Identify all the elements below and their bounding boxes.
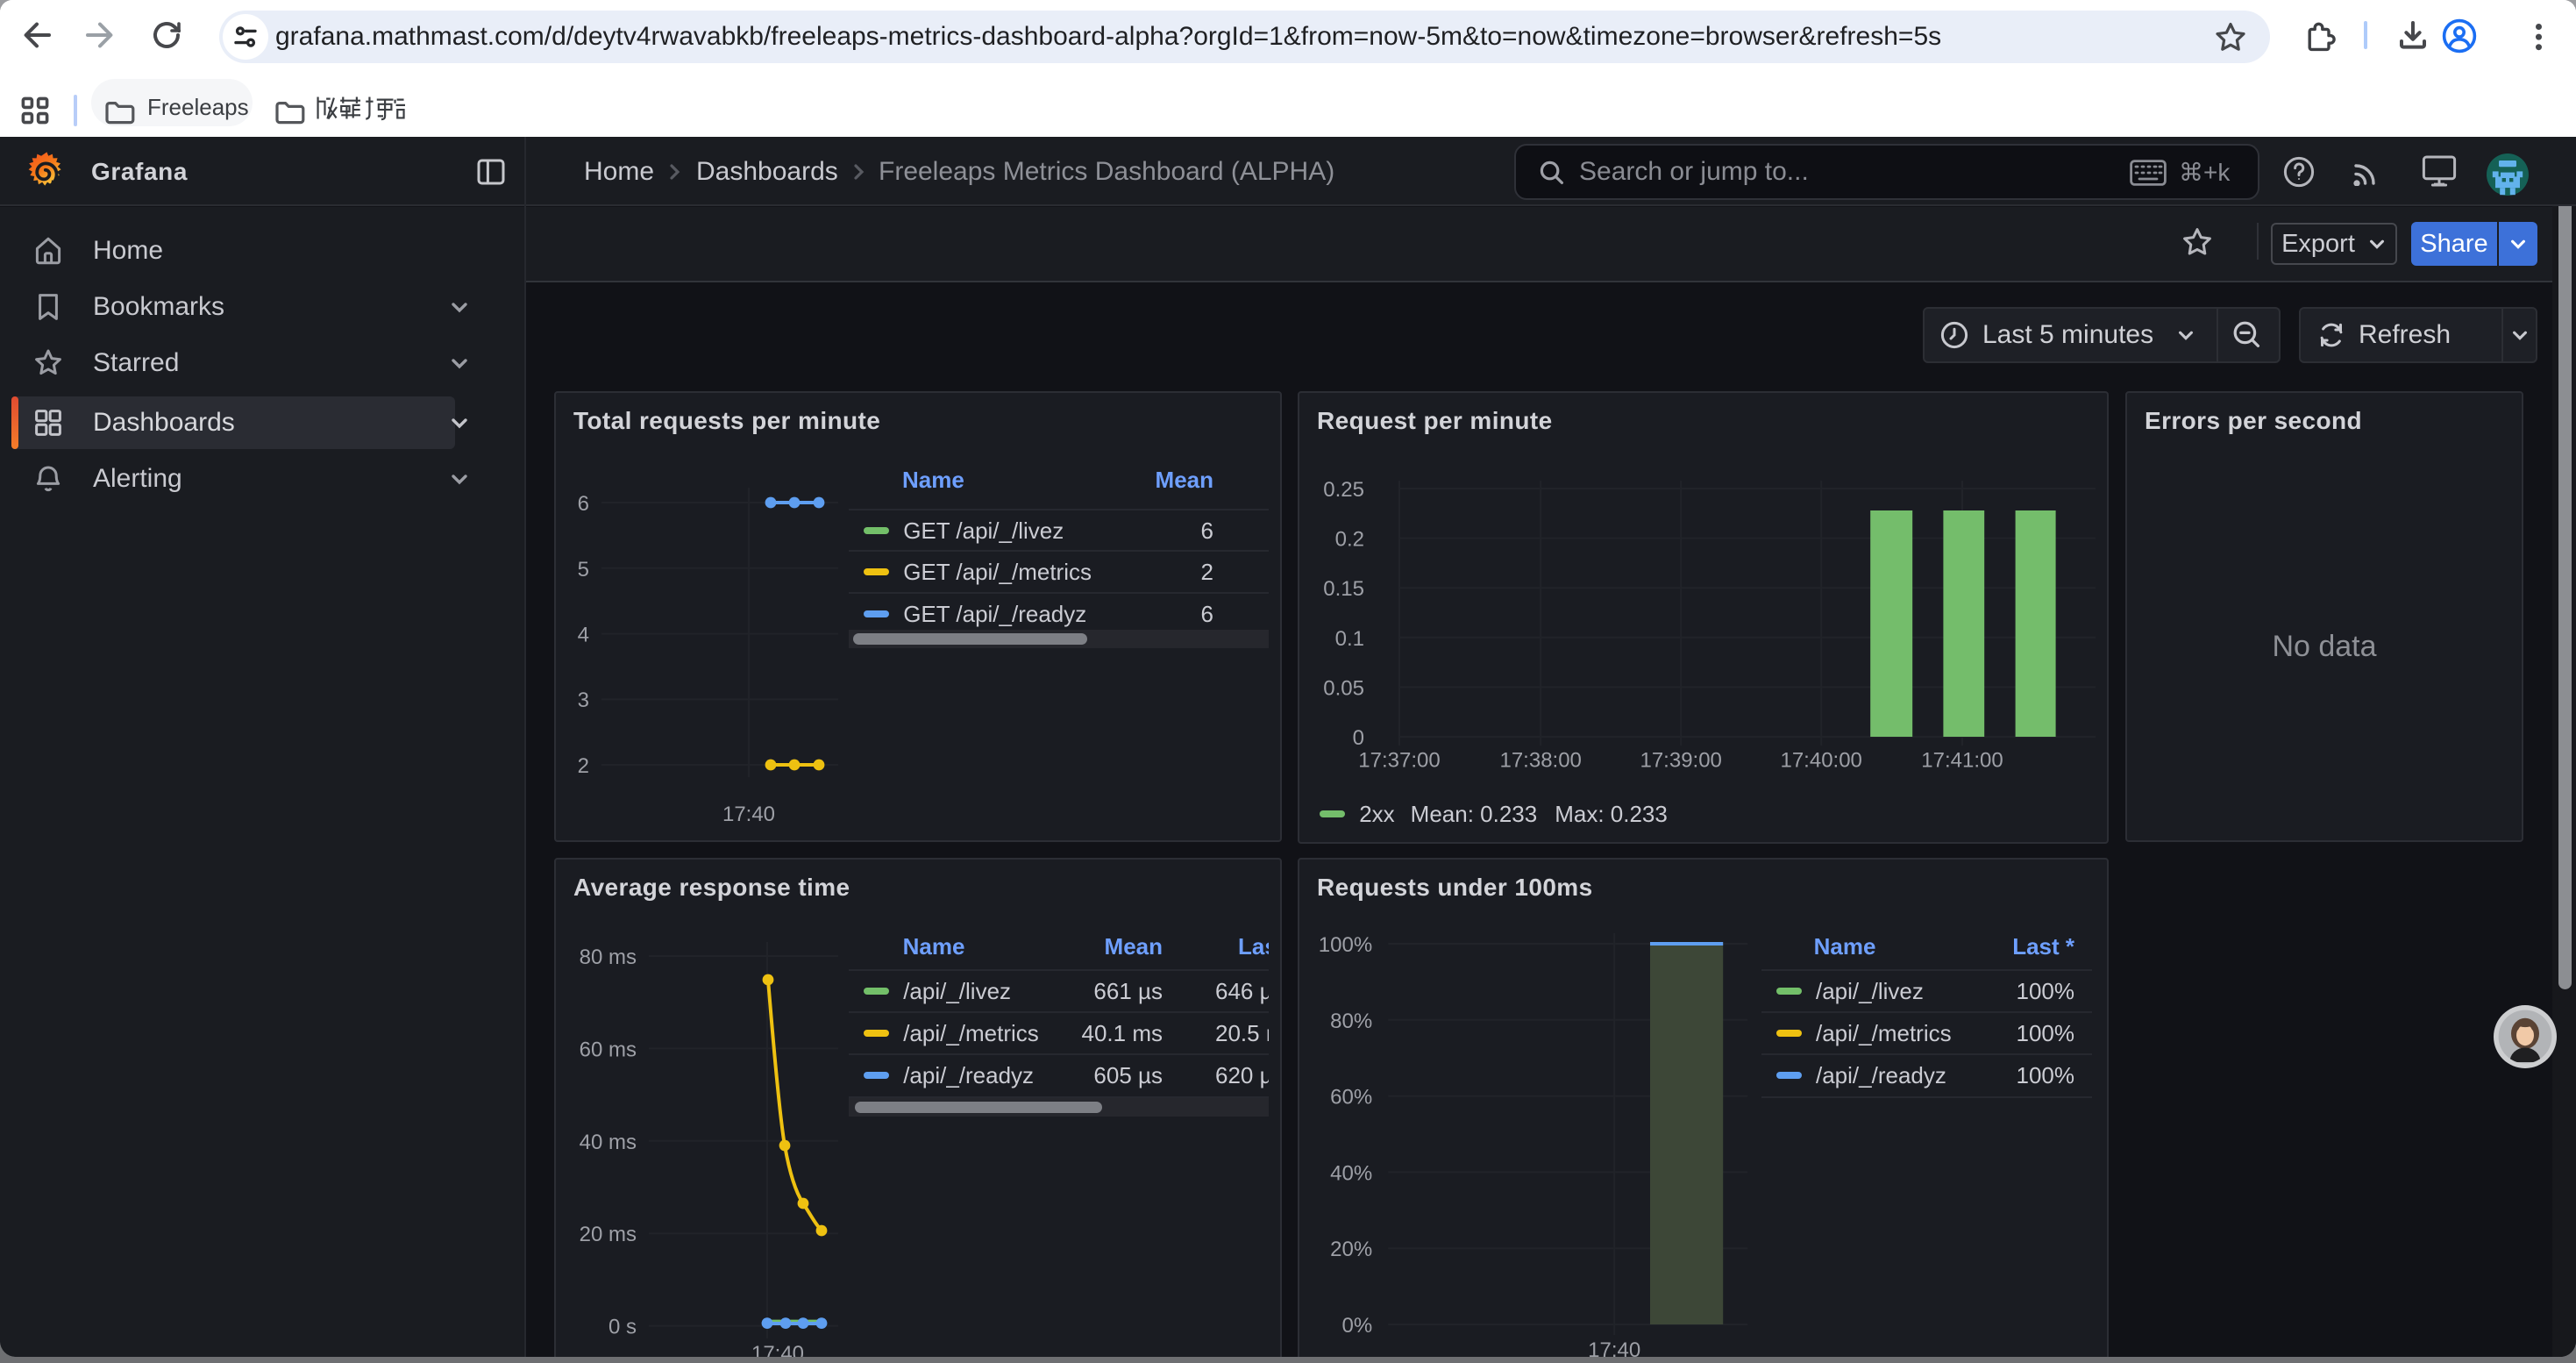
svg-text:17:39:00: 17:39:00 xyxy=(1640,749,1721,773)
svg-text:40%: 40% xyxy=(1330,1161,1372,1185)
svg-text:3: 3 xyxy=(578,689,589,712)
svg-text:0: 0 xyxy=(1353,726,1364,750)
svg-text:0.1: 0.1 xyxy=(1335,627,1364,651)
svg-text:17:40: 17:40 xyxy=(722,803,775,826)
svg-text:0 s: 0 s xyxy=(608,1316,637,1339)
svg-text:0%: 0% xyxy=(1342,1314,1373,1338)
svg-text:20 ms: 20 ms xyxy=(580,1223,637,1246)
svg-text:4: 4 xyxy=(578,624,589,647)
svg-text:2: 2 xyxy=(578,754,589,778)
svg-text:5: 5 xyxy=(578,558,589,582)
svg-text:40 ms: 40 ms xyxy=(580,1131,637,1154)
svg-text:20%: 20% xyxy=(1330,1238,1372,1261)
svg-text:80 ms: 80 ms xyxy=(580,946,637,969)
svg-text:60 ms: 60 ms xyxy=(580,1038,637,1061)
svg-text:60%: 60% xyxy=(1330,1086,1372,1110)
svg-text:0.05: 0.05 xyxy=(1323,676,1364,700)
svg-text:6: 6 xyxy=(578,492,589,516)
svg-text:17:38:00: 17:38:00 xyxy=(1499,749,1581,773)
svg-text:0.15: 0.15 xyxy=(1323,577,1364,601)
svg-text:17:37:00: 17:37:00 xyxy=(1358,749,1440,773)
svg-text:100%: 100% xyxy=(1319,933,1372,957)
svg-text:17:41:00: 17:41:00 xyxy=(1921,749,2003,773)
svg-text:17:40: 17:40 xyxy=(1588,1338,1640,1357)
svg-text:17:40:00: 17:40:00 xyxy=(1780,749,1861,773)
svg-text:17:40: 17:40 xyxy=(751,1342,804,1357)
svg-text:0.2: 0.2 xyxy=(1335,528,1364,552)
svg-text:0.25: 0.25 xyxy=(1323,478,1364,502)
svg-text:80%: 80% xyxy=(1330,1010,1372,1033)
